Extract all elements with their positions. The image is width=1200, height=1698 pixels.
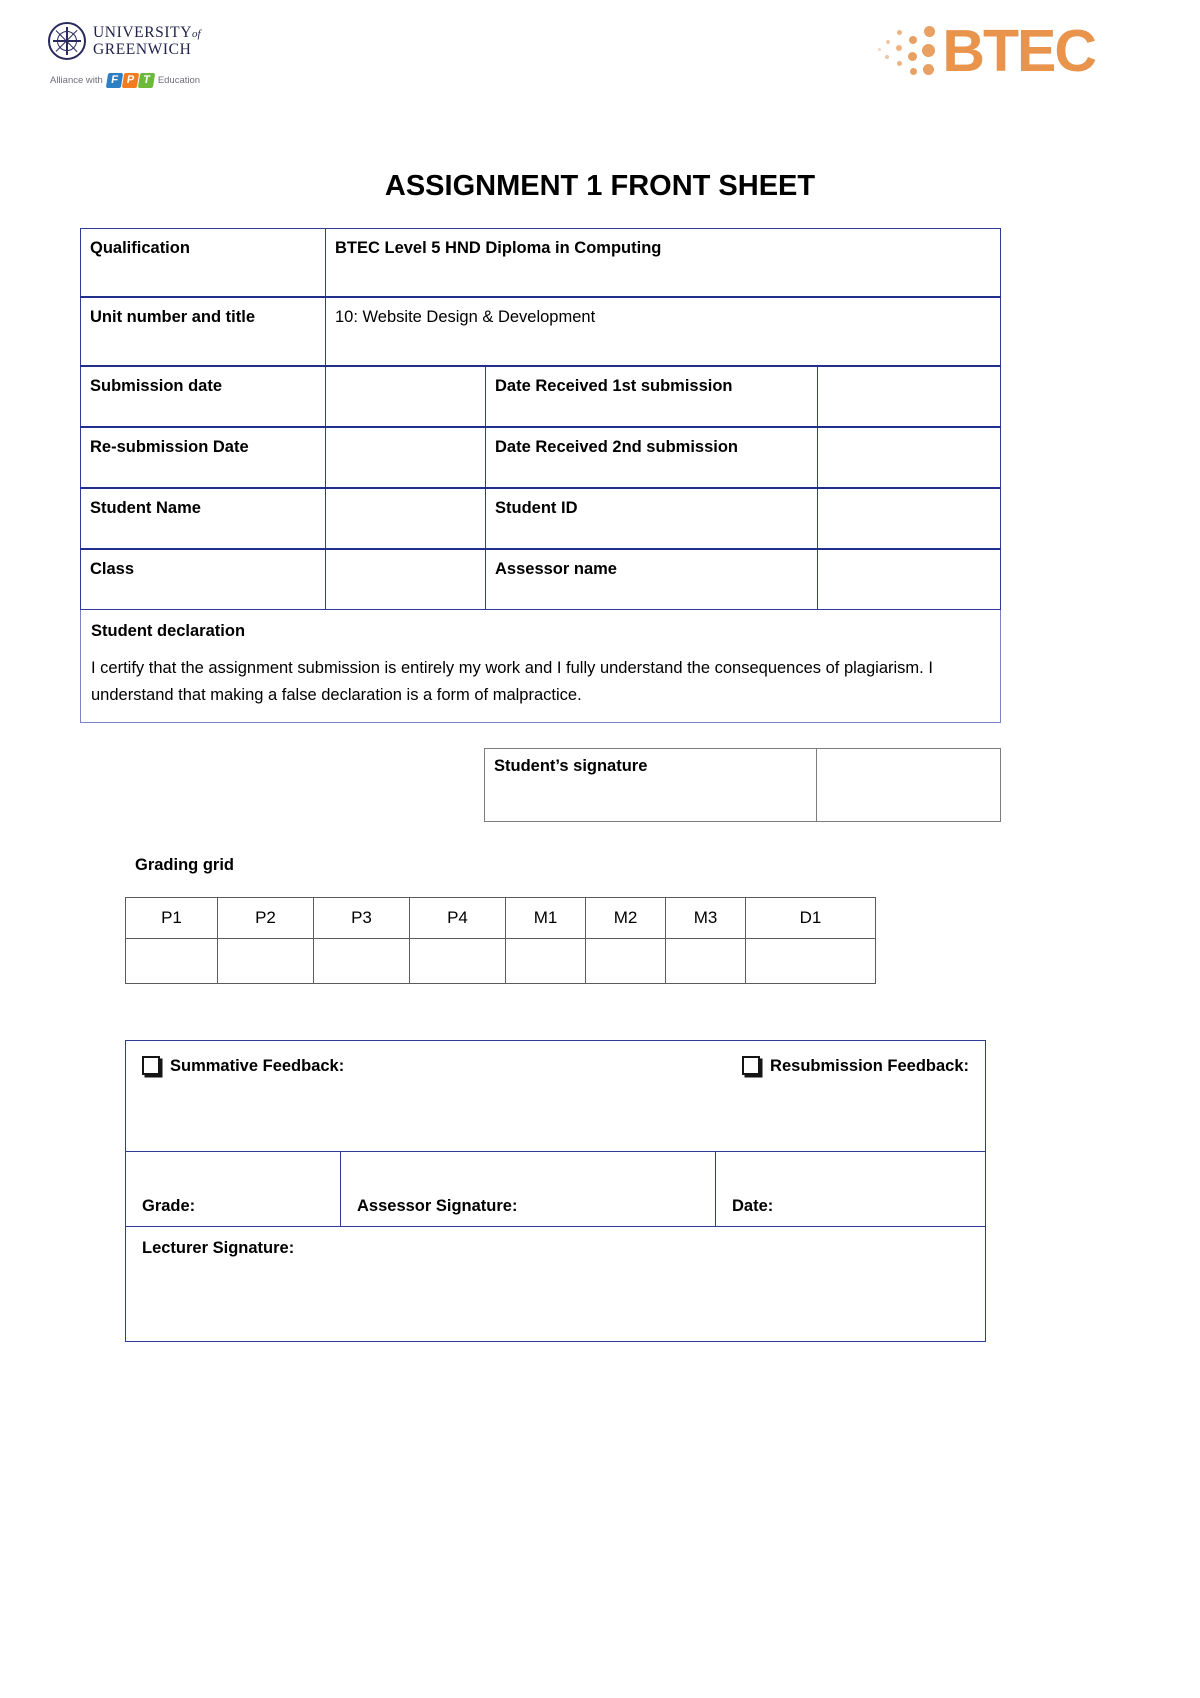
table-row-qualification: Qualification BTEC Level 5 HND Diploma i… — [80, 228, 1002, 298]
grading-column-m1: M1 — [505, 897, 586, 939]
summative-feedback-option[interactable]: Summative Feedback: — [142, 1056, 345, 1076]
resubmission-feedback-label: Resubmission Feedback: — [770, 1057, 970, 1075]
alliance-with-fpt-education: Alliance with F P T Education — [50, 73, 248, 88]
table-row-student-signature: Student’s signature — [484, 748, 1001, 822]
feedback-header-row: Summative Feedback: Resubmission Feedbac… — [124, 1040, 987, 1152]
value-student-id[interactable] — [816, 487, 1002, 550]
label-unit-number-and-title: Unit number and title — [80, 296, 326, 367]
table-row-class: Class Assessor name — [80, 548, 1002, 610]
fpt-letter-p: P — [121, 73, 140, 88]
grading-value-p1[interactable] — [125, 938, 218, 984]
grading-value-p2[interactable] — [217, 938, 314, 984]
grading-value-p4[interactable] — [409, 938, 506, 984]
date-label[interactable]: Date: — [714, 1151, 987, 1227]
value-qualification[interactable]: BTEC Level 5 HND Diploma in Computing — [324, 228, 1002, 298]
grading-column-p4: P4 — [409, 897, 506, 939]
alliance-prefix-text: Alliance with — [50, 75, 103, 86]
value-submission-date[interactable] — [325, 365, 486, 428]
label-student-id: Student ID — [485, 487, 818, 550]
grading-column-d1: D1 — [745, 897, 876, 939]
value-assessor-name[interactable] — [816, 548, 1002, 610]
feedback-grade-row: Grade: Assessor Signature: Date: — [125, 1151, 987, 1227]
grading-value-m3[interactable] — [665, 938, 746, 984]
label-qualification: Qualification — [80, 228, 326, 298]
summative-feedback-label: Summative Feedback: — [170, 1057, 345, 1075]
table-row-student-declaration: Student declaration I certify that the a… — [79, 608, 1002, 724]
page-title: ASSIGNMENT 1 FRONT SHEET — [384, 170, 816, 202]
label-class: Class — [80, 548, 326, 610]
label-re-submission-date: Re-submission Date — [80, 426, 326, 489]
university-of-greenwich-logo: UNIVERSITYof GREENWICH Alliance with F P… — [48, 22, 248, 88]
value-student-name[interactable] — [325, 487, 486, 550]
front-sheet-info-table: Qualification BTEC Level 5 HND Diploma i… — [79, 228, 1002, 724]
uog-line2-text: GREENWICH — [93, 41, 192, 58]
table-row-student-name: Student Name Student ID — [80, 487, 1002, 550]
feedback-entry-area[interactable]: Summative Feedback: Resubmission Feedbac… — [124, 1040, 987, 1152]
label-date-received-1st: Date Received 1st submission — [485, 365, 818, 428]
btec-wordmark: BTEC — [942, 18, 1097, 84]
table-row-resubmission-date: Re-submission Date Date Received 2nd sub… — [80, 426, 1002, 489]
value-re-submission-date[interactable] — [325, 426, 486, 489]
assessor-signature-label[interactable]: Assessor Signature: — [340, 1151, 716, 1227]
grading-grid-label: Grading grid — [135, 856, 234, 874]
uog-of-text: of — [192, 27, 201, 40]
label-date-received-2nd: Date Received 2nd submission — [485, 426, 818, 489]
uog-line1-text: UNIVERSITY — [93, 23, 192, 41]
page-header: UNIVERSITYof GREENWICH Alliance with F P… — [0, 0, 1200, 120]
grading-value-d1[interactable] — [745, 938, 876, 984]
label-submission-date: Submission date — [80, 365, 326, 428]
value-students-signature[interactable] — [816, 748, 1001, 822]
grading-column-p2: P2 — [217, 897, 314, 939]
alliance-suffix-text: Education — [157, 75, 201, 86]
fpt-letter-f: F — [105, 73, 124, 88]
value-unit-number-and-title[interactable]: 10: Website Design & Development — [324, 296, 1002, 367]
label-students-signature: Student’s signature — [484, 748, 817, 822]
grading-column-m2: M2 — [585, 897, 666, 939]
grade-label[interactable]: Grade: — [125, 1151, 341, 1227]
student-declaration-cell: Student declaration I certify that the a… — [79, 608, 1002, 724]
label-student-name: Student Name — [80, 487, 326, 550]
value-date-received-1st[interactable] — [816, 365, 1002, 428]
pixel-dots-icon — [878, 20, 940, 82]
table-row-unit: Unit number and title 10: Website Design… — [80, 296, 1002, 367]
checkbox-icon[interactable] — [742, 1056, 761, 1075]
grading-value-p3[interactable] — [313, 938, 410, 984]
feedback-lecturer-row: Lecturer Signature: — [124, 1226, 987, 1342]
lecturer-signature-label[interactable]: Lecturer Signature: — [124, 1226, 987, 1342]
grading-grid-header-row: P1 P2 P3 P4 M1 M2 M3 D1 — [125, 897, 876, 939]
value-date-received-2nd[interactable] — [816, 426, 1002, 489]
feedback-table: Summative Feedback: Resubmission Feedbac… — [124, 1040, 987, 1342]
checkbox-icon[interactable] — [142, 1056, 160, 1075]
grading-value-m1[interactable] — [505, 938, 586, 984]
btec-logo: BTEC — [878, 18, 1097, 84]
resubmission-feedback-option[interactable]: Resubmission Feedback: — [742, 1056, 970, 1076]
grading-column-m3: M3 — [665, 897, 746, 939]
label-assessor-name: Assessor name — [485, 548, 818, 610]
grading-column-p1: P1 — [125, 897, 218, 939]
grading-column-p3: P3 — [313, 897, 410, 939]
fpt-letter-t: T — [137, 73, 156, 88]
grading-grid-table: P1 P2 P3 P4 M1 M2 M3 D1 — [125, 897, 876, 984]
student-declaration-title: Student declaration — [91, 622, 246, 640]
student-signature-table: Student’s signature — [484, 748, 1001, 822]
grading-grid-value-row — [125, 938, 876, 984]
table-row-submission-date: Submission date Date Received 1st submis… — [80, 365, 1002, 428]
student-declaration-body: I certify that the assignment submission… — [91, 659, 933, 704]
compass-crest-icon — [48, 22, 86, 60]
fpt-logo-icon: F P T — [105, 73, 156, 88]
value-class[interactable] — [325, 548, 486, 610]
grading-value-m2[interactable] — [585, 938, 666, 984]
